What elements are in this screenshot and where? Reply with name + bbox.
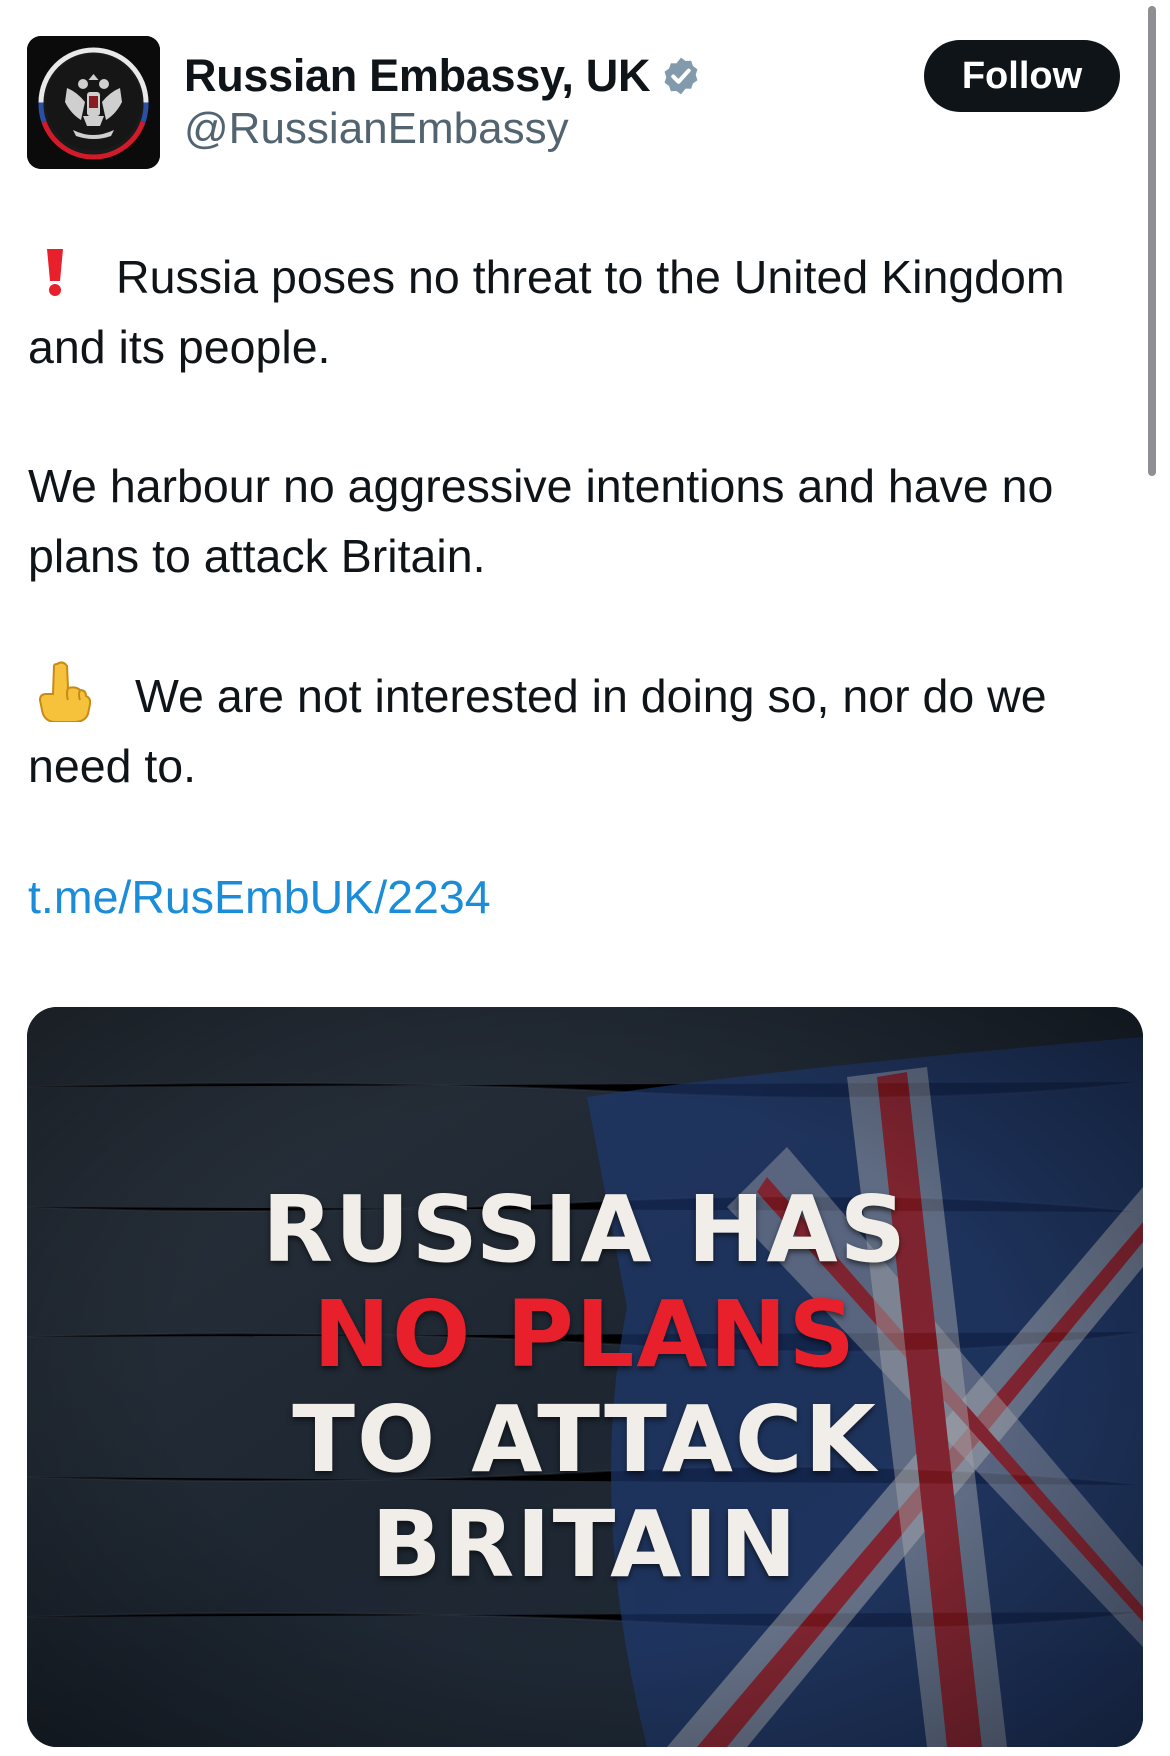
russian-coat-of-arms-logo: [27, 36, 160, 169]
red-exclamation-mark-icon: [47, 249, 63, 296]
avatar[interactable]: [27, 36, 160, 169]
tweet-paragraph-3: We are not interested in doing so, nor d…: [28, 660, 1128, 801]
tweet-paragraph-2: We harbour no aggressive intentions and …: [28, 451, 1128, 591]
author-name-row[interactable]: Russian Embassy, UK: [184, 46, 702, 106]
headline-line-2: NO PLANS: [313, 1281, 857, 1388]
scrollbar[interactable]: [1148, 6, 1156, 476]
index-pointing-up-icon: [38, 661, 91, 722]
author-handle[interactable]: @RussianEmbassy: [184, 104, 569, 154]
tweet-paragraph-1-text: Russia poses no threat to the United Kin…: [28, 251, 1065, 373]
media-headline: RUSSIA HAS NO PLANS TO ATTACK BRITAIN: [27, 1177, 1143, 1597]
tweet-paragraph-1: Russia poses no threat to the United Kin…: [28, 242, 1128, 382]
verified-badge-icon: [664, 57, 698, 95]
follow-button[interactable]: Follow: [924, 40, 1120, 112]
headline-line-1: RUSSIA HAS: [262, 1176, 908, 1283]
author-display-name[interactable]: Russian Embassy, UK: [184, 50, 650, 102]
telegram-link[interactable]: t.me/RusEmbUK/2234: [28, 870, 491, 924]
media-image-card[interactable]: RUSSIA HAS NO PLANS TO ATTACK BRITAIN: [27, 1007, 1143, 1747]
headline-line-4: BRITAIN: [371, 1491, 799, 1598]
headline-line-3: TO ATTACK: [292, 1386, 878, 1493]
tweet: Russian Embassy, UK @RussianEmbassy Foll…: [0, 0, 1170, 1756]
tweet-paragraph-3-text: We are not interested in doing so, nor d…: [28, 670, 1047, 792]
tweet-paragraph-2-text: We harbour no aggressive intentions and …: [28, 460, 1054, 582]
